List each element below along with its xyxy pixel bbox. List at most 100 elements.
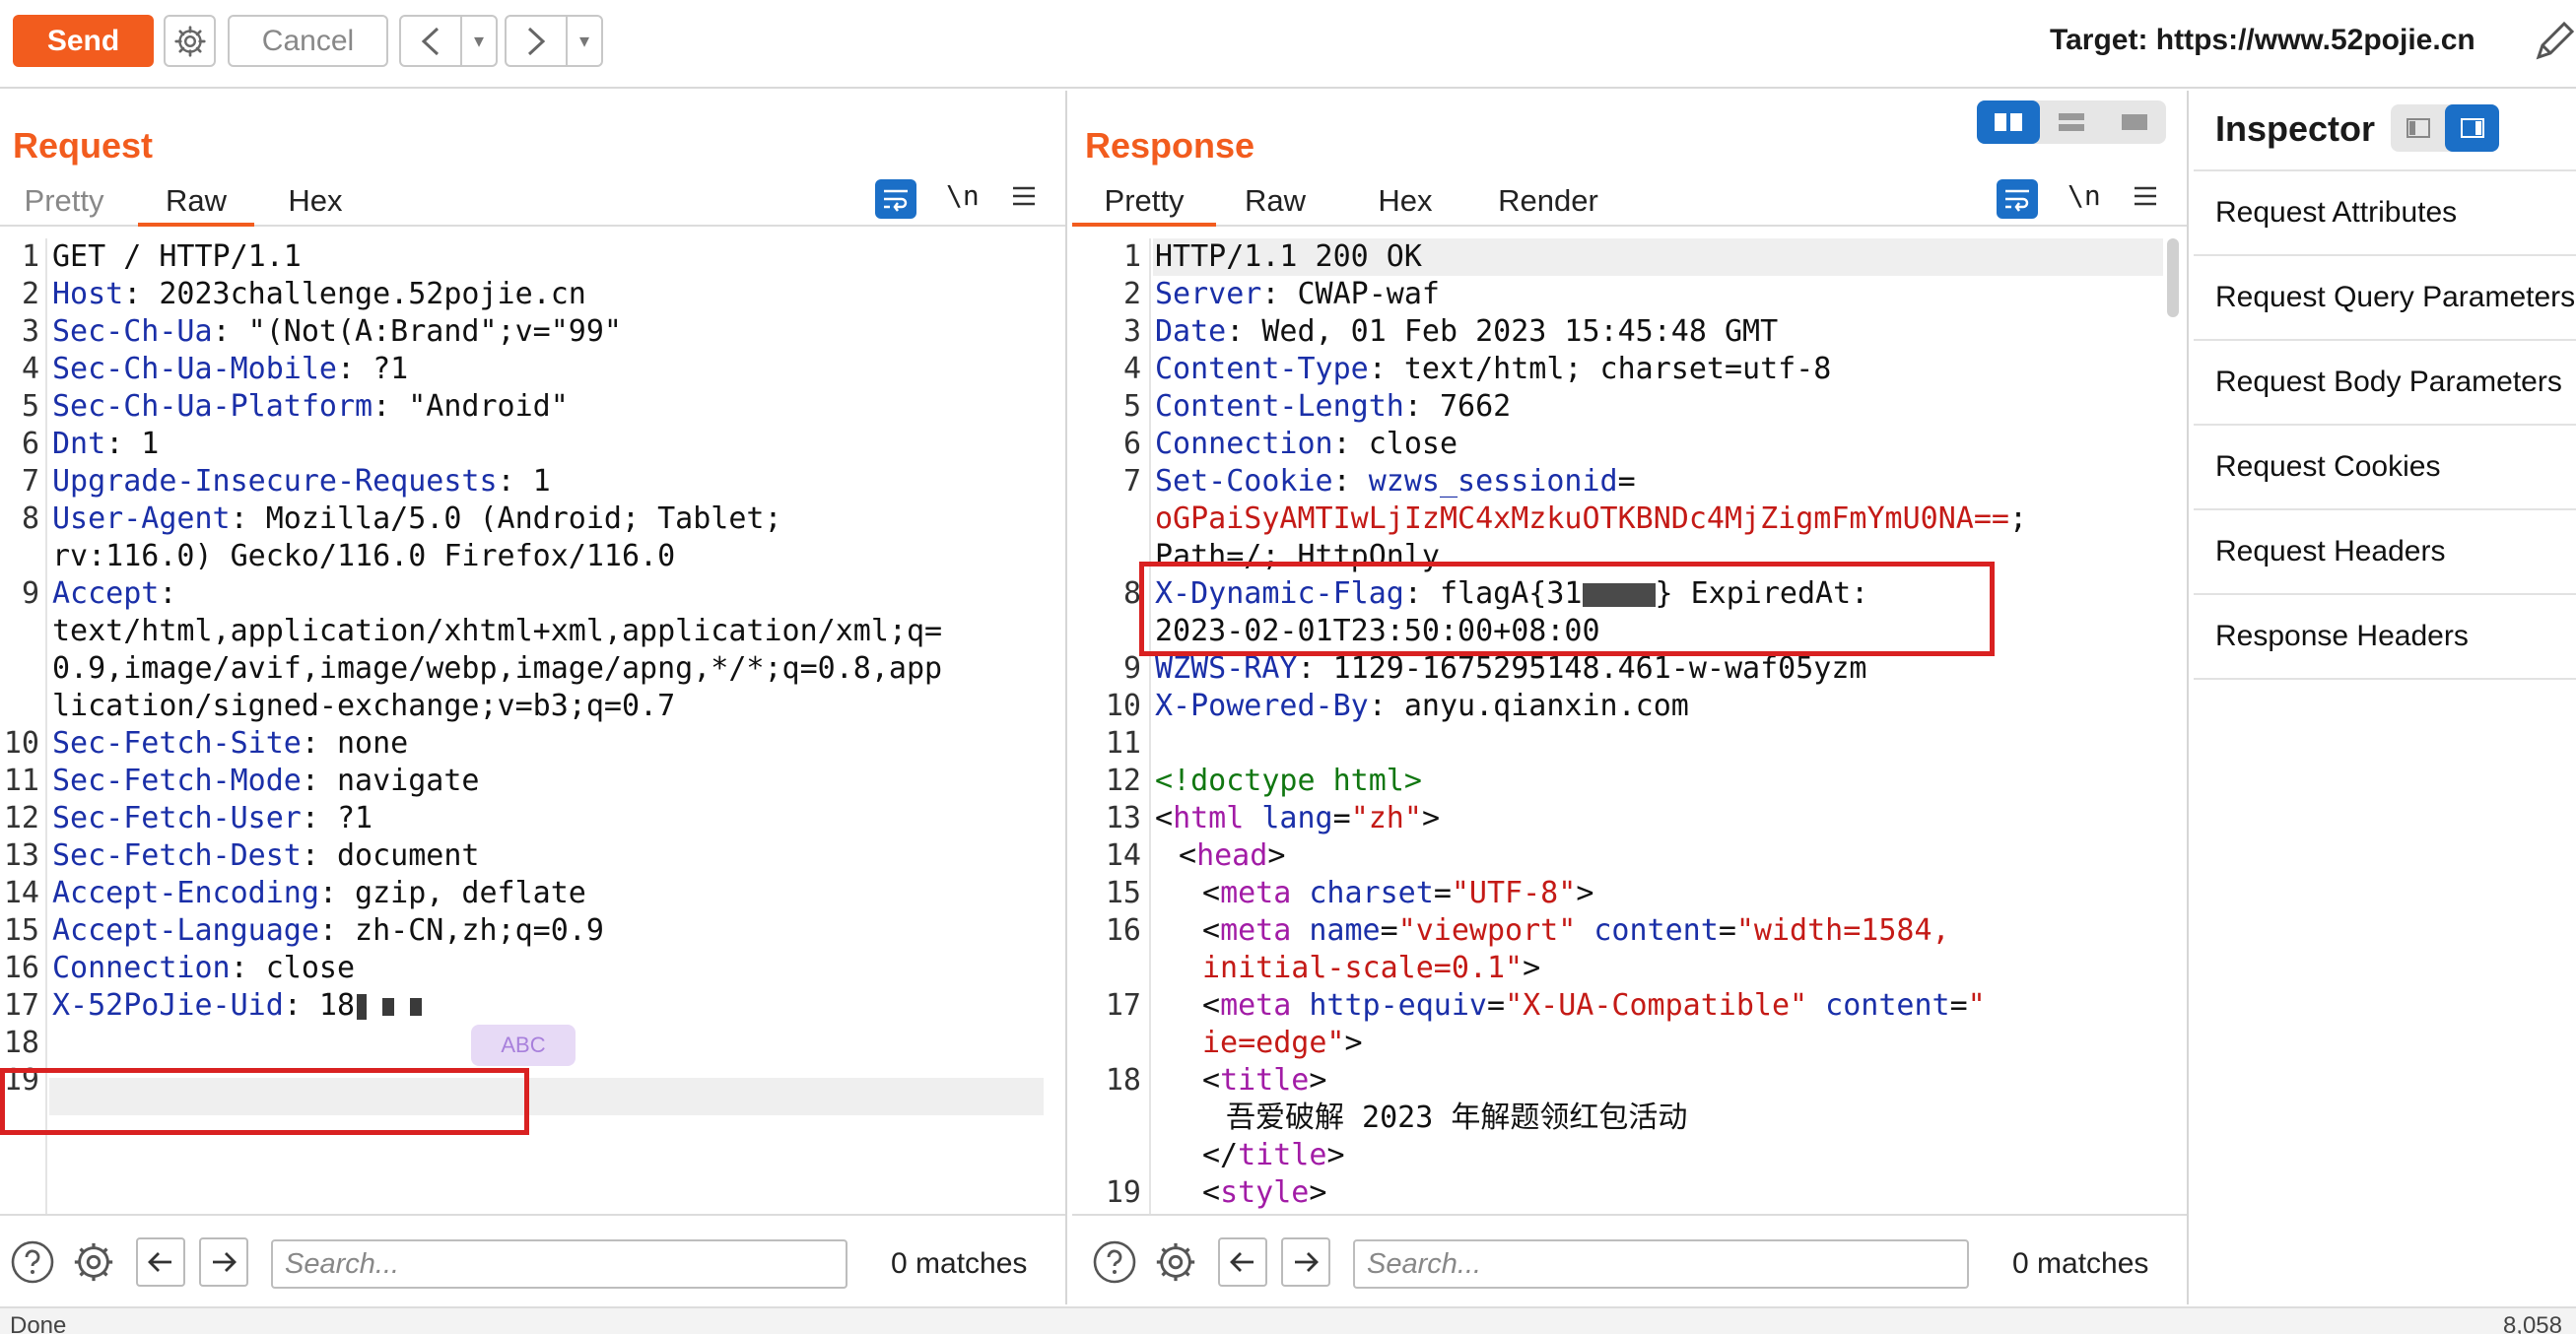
arrow-right-icon <box>1295 1252 1319 1272</box>
html-tag: title <box>1220 1063 1310 1098</box>
line-number: 3 <box>21 314 39 349</box>
wrap-lines-icon[interactable] <box>875 179 916 219</box>
tab-raw[interactable]: Raw <box>138 181 254 227</box>
prev-match-button[interactable] <box>136 1237 185 1287</box>
tab-hex[interactable]: Hex <box>1366 181 1445 227</box>
newline-toggle[interactable]: \n <box>946 179 980 212</box>
header-name: Accept <box>52 576 160 611</box>
inspector-right-dock-button[interactable] <box>2445 104 2499 152</box>
header-value: lication/signed-exchange;v=b3;q=0.7 <box>52 689 676 723</box>
inspector-request-attributes[interactable]: Request Attributes <box>2194 171 2576 256</box>
html-attr-value: initial-scale=0.1" <box>1202 951 1524 985</box>
next-match-button[interactable] <box>199 1237 248 1287</box>
inspector-left-dock-button[interactable] <box>2391 104 2445 152</box>
rows-icon <box>2059 113 2084 131</box>
html-tag: style <box>1220 1175 1310 1210</box>
search-settings-icon[interactable] <box>1151 1237 1200 1287</box>
dock-right-icon <box>2460 118 2484 138</box>
line-number: 7 <box>1122 464 1141 499</box>
tab-pretty[interactable]: Pretty <box>1072 181 1216 227</box>
header-value: : document <box>301 838 480 873</box>
pencil-icon[interactable] <box>2531 16 2576 70</box>
send-button[interactable]: Send <box>13 15 154 67</box>
html-attr: http-equiv <box>1309 988 1487 1023</box>
redacted-block <box>357 993 368 1020</box>
arrow-left-icon <box>1230 1252 1254 1272</box>
header-value: : close <box>230 951 356 985</box>
request-tabs: Pretty Raw Hex \n <box>0 179 1065 227</box>
punct: < <box>1202 876 1221 910</box>
response-editor[interactable]: 1 HTTP/1.1 200 OK 2 Server: CWAP-waf 3 Date: … <box>1072 238 2187 1302</box>
code-text: <meta http-equiv="X-UA-Compatible" conte… <box>1202 987 1986 1025</box>
html-tag: meta <box>1220 913 1292 948</box>
tab-hex[interactable]: Hex <box>276 181 355 227</box>
header-name: Sec-Ch-Ua-Platform <box>52 389 373 424</box>
punct: = <box>1332 801 1351 835</box>
wrap-lines-icon[interactable] <box>1997 179 2038 219</box>
header-value: : <box>159 576 177 611</box>
newline-toggle[interactable]: \n <box>2068 179 2101 212</box>
ime-label: ABC <box>501 1033 546 1057</box>
tab-raw[interactable]: Raw <box>1238 181 1313 227</box>
request-search-input[interactable]: Search... <box>271 1239 847 1289</box>
code-text: HTTP/1.1 200 OK <box>1155 238 1422 276</box>
inspector-request-headers[interactable]: Request Headers <box>2194 510 2576 595</box>
header-name: Sec-Fetch-Mode <box>52 764 302 798</box>
code-text: Sec-Ch-Ua: "(Not(A:Brand";v="99" <box>52 313 622 351</box>
line-number: 4 <box>21 352 39 386</box>
inspector-response-headers[interactable]: Response Headers <box>2194 595 2576 680</box>
back-button[interactable]: ▾ <box>399 15 498 67</box>
response-size: 8,058 <box>2502 1312 2562 1334</box>
history-caret-icon[interactable]: ▾ <box>568 29 601 53</box>
next-match-button[interactable] <box>1281 1237 1330 1287</box>
prev-match-button[interactable] <box>1218 1237 1267 1287</box>
code-text: <style> <box>1202 1174 1326 1212</box>
header-value: : ?1 <box>301 801 373 835</box>
help-icon[interactable] <box>8 1237 57 1287</box>
header-name: Sec-Ch-Ua-Mobile <box>52 352 337 386</box>
forward-button[interactable]: ▾ <box>505 15 603 67</box>
response-search-input[interactable]: Search... <box>1353 1239 1969 1289</box>
history-caret-icon[interactable]: ▾ <box>462 29 496 53</box>
punct <box>1807 988 1825 1023</box>
code-text: Host: 2023challenge.52pojie.cn <box>52 276 586 313</box>
html-attr: charset <box>1309 876 1434 910</box>
line-number: 7 <box>21 464 39 499</box>
menu-icon[interactable] <box>1009 181 1039 216</box>
settings-button[interactable] <box>164 15 216 67</box>
request-editor[interactable]: 1 GET / HTTP/1.1 2 Host: 2023challenge.52po… <box>0 238 1065 1302</box>
header-name: Sec-Fetch-User <box>52 801 302 835</box>
header-value: : navigate <box>301 764 480 798</box>
html-attr-value: "viewport" <box>1397 913 1577 948</box>
redacted-block <box>382 997 395 1016</box>
cancel-button[interactable]: Cancel <box>228 15 388 67</box>
target-url[interactable]: Target: https://www.52pojie.cn <box>2050 24 2475 57</box>
help-icon[interactable] <box>1090 1237 1139 1287</box>
line-number: 16 <box>1105 913 1141 948</box>
punct: = <box>1949 988 1968 1023</box>
inspector-request-query-parameters[interactable]: Request Query Parameters <box>2194 256 2576 341</box>
line-number: 1 <box>21 239 39 274</box>
code-text: <head> <box>1179 837 1285 875</box>
header-value: : 1 <box>497 464 551 499</box>
request-title: Request <box>13 125 154 166</box>
menu-icon[interactable] <box>2131 181 2160 216</box>
status-text: Done <box>10 1312 67 1334</box>
code-text: initial-scale=0.1"> <box>1202 950 1540 987</box>
layout-columns-button[interactable] <box>1977 100 2040 144</box>
inspector-request-cookies[interactable]: Request Cookies <box>2194 426 2576 510</box>
tab-render[interactable]: Render <box>1484 181 1612 227</box>
line-number: 18 <box>1105 1063 1141 1098</box>
line-number: 5 <box>21 389 39 424</box>
html-attr: content <box>1593 913 1719 948</box>
search-settings-icon[interactable] <box>69 1237 118 1287</box>
line-number: 15 <box>3 913 39 948</box>
layout-rows-button[interactable] <box>2040 100 2103 144</box>
header-name: Content-Length <box>1155 389 1404 424</box>
redacted-block <box>410 997 423 1016</box>
layout-tabs-button[interactable] <box>2103 100 2166 144</box>
inspector-request-body-parameters[interactable]: Request Body Parameters <box>2194 341 2576 426</box>
editor-scrollbar[interactable] <box>2167 238 2179 317</box>
punct: = <box>1718 913 1736 948</box>
tab-pretty[interactable]: Pretty <box>22 181 106 227</box>
